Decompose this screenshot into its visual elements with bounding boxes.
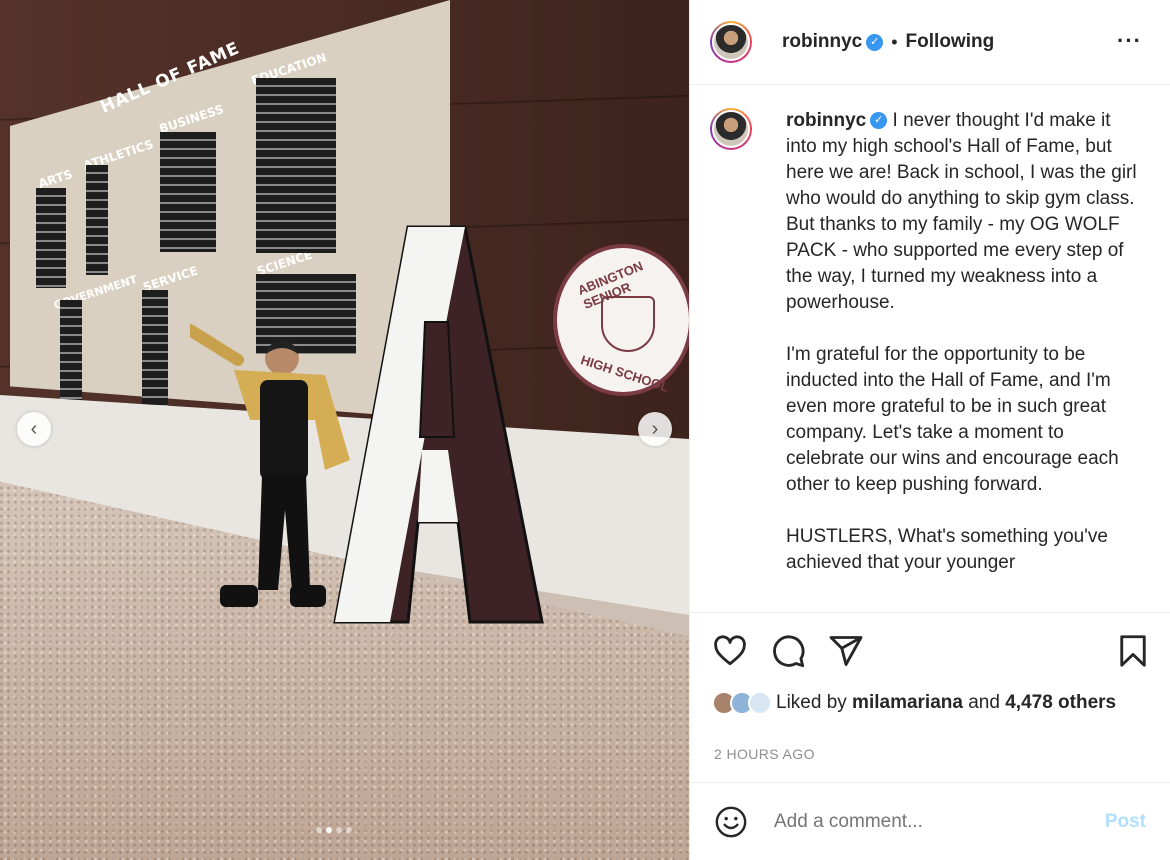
letter-a-sign bbox=[333, 225, 544, 624]
share-icon[interactable] bbox=[828, 633, 864, 669]
person-figure bbox=[190, 324, 350, 607]
post-side-panel: robinnyc ✓ • Following ··· robinnyc ✓ I n… bbox=[689, 0, 1170, 860]
liker-avatars[interactable] bbox=[712, 690, 772, 715]
verified-badge-icon: ✓ bbox=[870, 112, 888, 130]
avatar[interactable] bbox=[710, 21, 752, 63]
caption-section: robinnyc ✓ I never thought I'd make it in… bbox=[690, 86, 1170, 612]
post-photo[interactable]: HALL OF FAME ARTS ATHLETICS BUSINESS EDU… bbox=[0, 0, 689, 860]
avatar[interactable] bbox=[710, 108, 752, 150]
bookmark-icon[interactable] bbox=[1115, 633, 1151, 669]
comment-icon[interactable] bbox=[770, 633, 806, 669]
comment-bar: Post bbox=[690, 782, 1170, 860]
carousel-dot bbox=[336, 827, 342, 833]
caption: robinnyc ✓ I never thought I'd make it in… bbox=[786, 108, 1146, 612]
post-header: robinnyc ✓ • Following ··· bbox=[690, 0, 1170, 85]
more-horizontal-icon[interactable]: ··· bbox=[1117, 28, 1142, 54]
action-bar bbox=[690, 612, 1170, 692]
likes-middle: and bbox=[962, 692, 1006, 713]
likes-suffix[interactable]: others bbox=[1053, 692, 1116, 713]
header-separator: • bbox=[891, 31, 898, 52]
carousel-dot-active bbox=[326, 827, 332, 833]
likes-prefix: Liked by bbox=[776, 692, 853, 713]
plaque-column bbox=[86, 165, 108, 275]
likes-count[interactable]: 4,478 bbox=[1005, 692, 1053, 713]
likes-summary: Liked by milamariana and 4,478 others bbox=[712, 690, 1152, 716]
crest-icon bbox=[601, 296, 655, 352]
following-button[interactable]: Following bbox=[906, 31, 995, 53]
liker-username[interactable]: milamariana bbox=[852, 692, 963, 713]
plaque-column bbox=[142, 290, 168, 408]
carousel-dots bbox=[316, 827, 352, 833]
plaque-column bbox=[36, 188, 66, 288]
seal-bottom-text: HIGH SCHOOL bbox=[578, 352, 671, 395]
carousel-next-button[interactable]: › bbox=[638, 412, 672, 446]
caption-text: I never thought I'd make it into my high… bbox=[786, 110, 1137, 573]
school-seal: ABINGTON SENIOR HIGH SCHOOL bbox=[553, 244, 689, 396]
plaque-column bbox=[256, 78, 336, 253]
carousel-dot bbox=[316, 827, 322, 833]
post-comment-button[interactable]: Post bbox=[1105, 811, 1146, 833]
heart-icon[interactable] bbox=[712, 633, 748, 669]
verified-badge-icon: ✓ bbox=[866, 33, 884, 51]
comment-input[interactable] bbox=[774, 810, 1074, 833]
header-username[interactable]: robinnyc bbox=[782, 31, 862, 53]
post-timestamp[interactable]: 2 HOURS AGO bbox=[714, 746, 815, 762]
plaque-column bbox=[160, 132, 216, 252]
emoji-icon[interactable] bbox=[714, 805, 748, 839]
carousel-prev-button[interactable]: ‹ bbox=[17, 412, 51, 446]
plaque-column bbox=[60, 300, 82, 400]
caption-username[interactable]: robinnyc bbox=[786, 110, 866, 131]
carousel-dot bbox=[346, 827, 352, 833]
